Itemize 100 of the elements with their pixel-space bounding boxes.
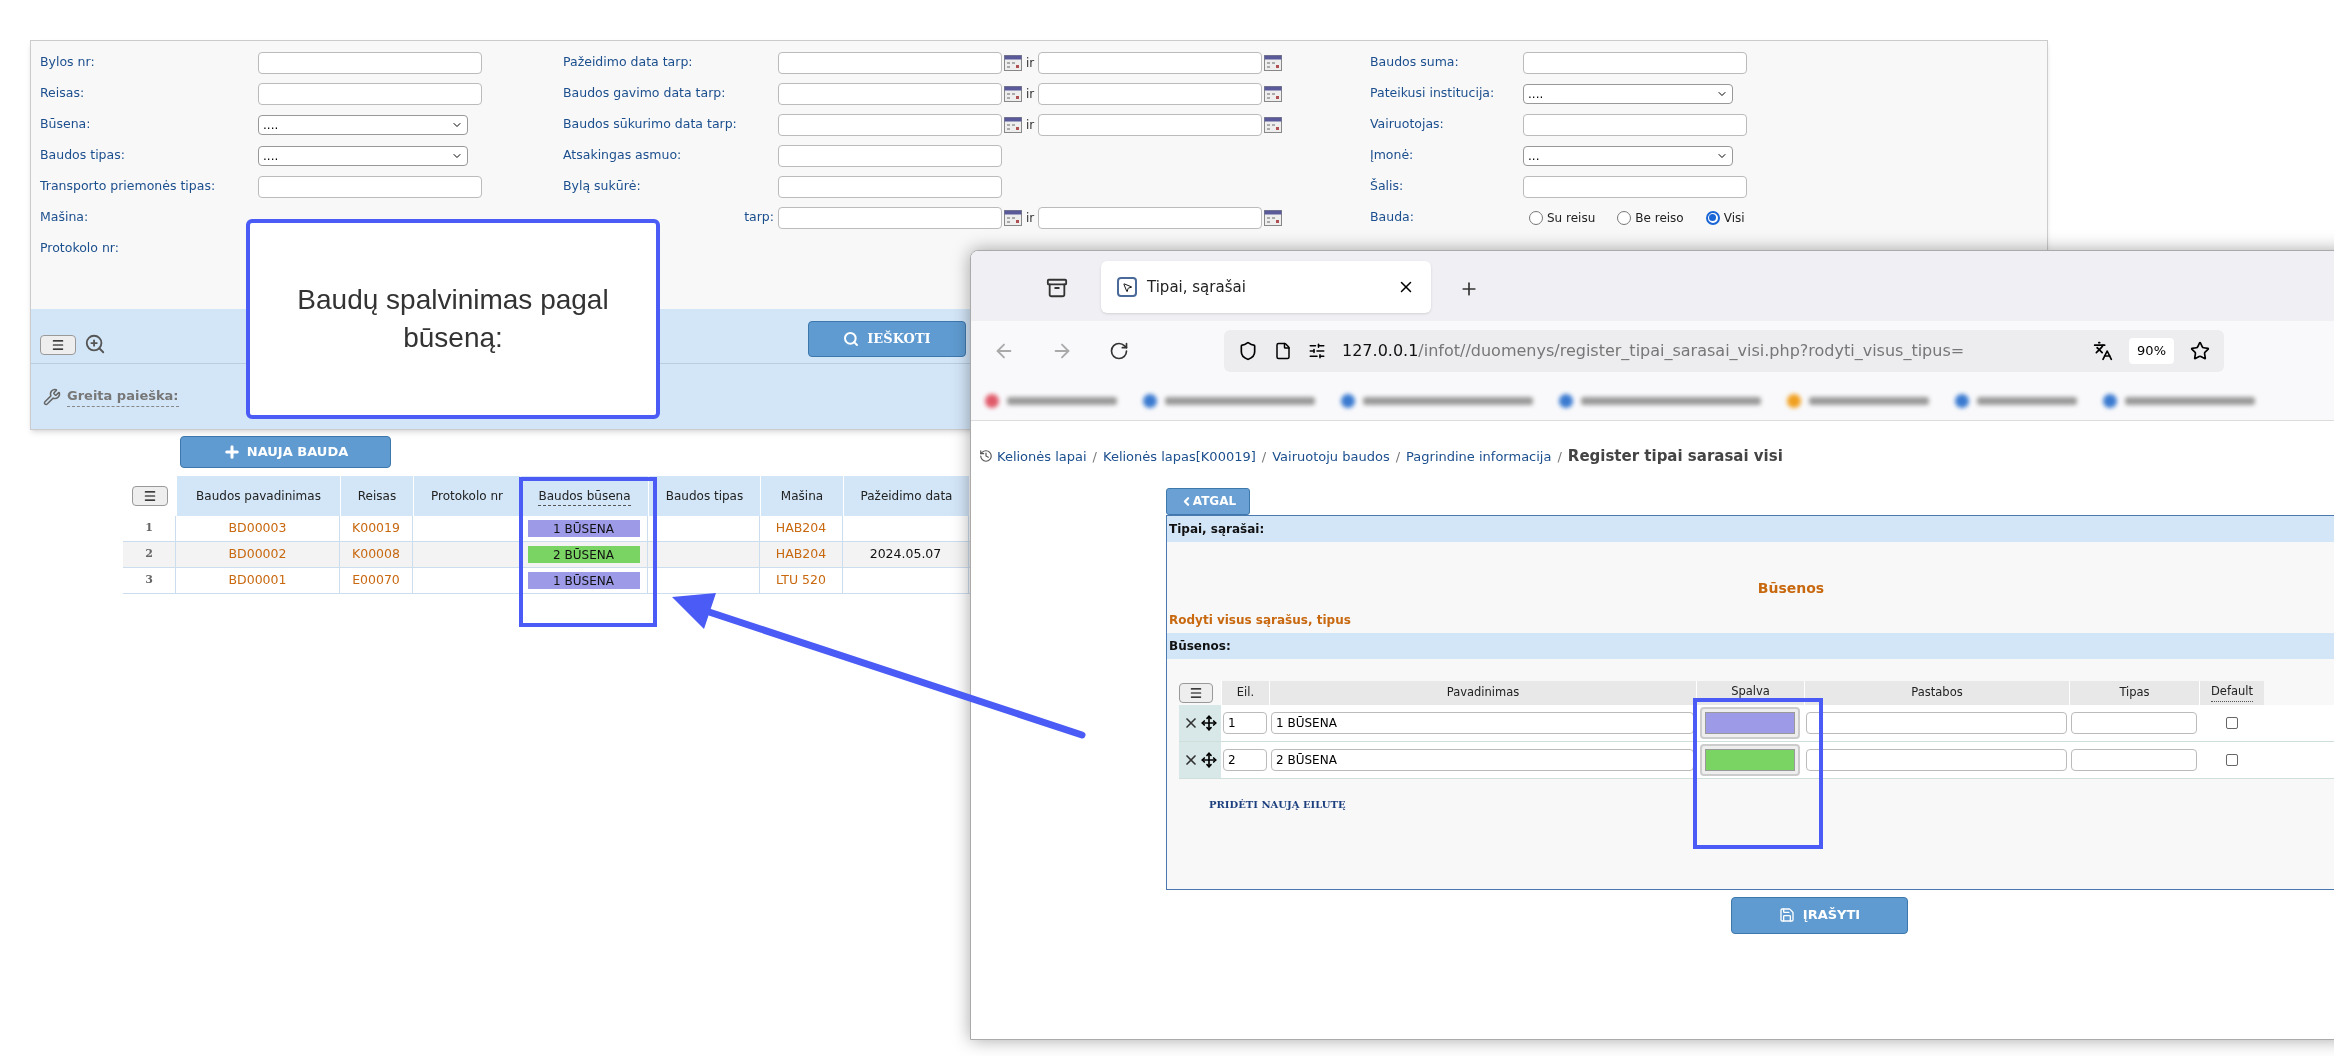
calendar-icon[interactable] [1264, 85, 1283, 102]
menu-icon [1189, 685, 1203, 700]
range-joiner: ir [1026, 209, 1035, 227]
dropdown[interactable]: .... [258, 145, 468, 166]
checkbox[interactable] [2225, 716, 2238, 729]
order-field[interactable]: 1 [1223, 711, 1267, 734]
translate-icon[interactable] [2093, 341, 2114, 361]
section-heading: Būsenos [1757, 578, 1825, 598]
column-header[interactable]: Baudos tipas [648, 476, 760, 516]
breadcrumb-link[interactable]: Kelionės lapas[K00019] [1103, 446, 1256, 466]
checkbox[interactable] [2225, 753, 2238, 766]
field-label: Įmonė: [1370, 146, 1414, 165]
dropdown[interactable]: ... [1523, 145, 1733, 166]
status-badge: 1 BŪSENA [527, 572, 640, 589]
field-label: Pateikusi institucija: [1370, 84, 1495, 103]
calendar-icon[interactable] [1264, 209, 1283, 226]
notes-field[interactable] [1806, 748, 2067, 771]
field-label: Baudos tipas: [40, 146, 125, 165]
bookmark-icon[interactable] [2190, 341, 2210, 361]
zoom-icon[interactable] [84, 333, 106, 355]
text-field[interactable] [258, 82, 482, 105]
range-joiner: ir [1026, 54, 1035, 72]
order-field[interactable]: 2 [1223, 748, 1267, 771]
text-field[interactable] [778, 82, 1002, 105]
dropdown[interactable]: .... [258, 114, 468, 135]
text-field[interactable] [778, 206, 1002, 229]
history-icon [979, 449, 993, 464]
notes-field[interactable] [1806, 711, 2067, 734]
text-field[interactable] [778, 175, 1002, 198]
breadcrumb-separator: / [1092, 447, 1097, 466]
blurred-bookmark[interactable] [1955, 392, 2077, 409]
calendar-icon[interactable] [1264, 54, 1283, 71]
text-field[interactable] [778, 51, 1002, 74]
text-field[interactable] [1038, 51, 1263, 74]
range-joiner: ir [1026, 85, 1035, 103]
address-bar[interactable]: 127.0.0.1/infot//duomenys/register_tipai_sarasai_visi.php?rodyti_visus_tipus= 90% [1224, 330, 2224, 372]
quick-search-link[interactable]: Greita paieška: [67, 386, 179, 407]
column-header[interactable]: Pažeidimo data [843, 476, 969, 516]
name-field[interactable]: 2 BŪSENA [1271, 748, 1694, 771]
column-header[interactable]: Mašina [760, 476, 843, 516]
table-link[interactable]: E00070 [352, 571, 400, 590]
zoom-badge[interactable]: 90% [2129, 338, 2174, 364]
browser-tab[interactable]: Tipai, sąrašai [1101, 261, 1431, 313]
document-icon [1274, 342, 1292, 360]
blurred-bookmark[interactable] [2103, 392, 2255, 409]
table-link[interactable]: BD00001 [228, 571, 287, 590]
show-all-link[interactable]: Rodyti visus sąrašus, tipus [1169, 612, 1351, 627]
column-header[interactable]: Reisas [340, 476, 413, 516]
text-field[interactable] [258, 175, 482, 198]
blurred-bookmark[interactable] [1143, 392, 1315, 409]
breadcrumb-link[interactable]: Kelionės lapai [997, 446, 1087, 466]
blurred-bookmark[interactable] [1341, 392, 1533, 409]
type-field[interactable] [2071, 748, 2197, 771]
table-link[interactable]: K00008 [352, 545, 400, 564]
calendar-icon[interactable] [1004, 116, 1022, 133]
menu-button[interactable] [131, 486, 168, 506]
table-link[interactable]: BD00002 [228, 545, 287, 564]
move-icon[interactable] [1201, 714, 1217, 731]
table-link[interactable]: LTU 520 [776, 571, 826, 590]
table-link[interactable]: K00019 [352, 519, 400, 538]
blurred-bookmark[interactable] [1559, 392, 1761, 409]
url-text: 127.0.0.1/infot//duomenys/register_tipai_sarasai_visi.php?rodyti_visus_tipus= [1342, 340, 1966, 362]
breadcrumb-link[interactable]: Pagrindine informacija [1406, 446, 1552, 466]
calendar-icon[interactable] [1004, 54, 1022, 71]
text-field[interactable] [1038, 113, 1263, 136]
radio-option[interactable]: Su reisu [1529, 208, 1596, 227]
field-label: Bylą sukūrė: [563, 177, 641, 196]
text-field[interactable] [1523, 113, 1747, 136]
panel-title: Tipai, sąrašai: [1169, 520, 1265, 538]
dropdown[interactable]: .... [1523, 83, 1733, 104]
radio-option[interactable]: Visi [1705, 208, 1745, 227]
calendar-icon[interactable] [1004, 85, 1022, 102]
tab-list-icon[interactable] [1046, 277, 1068, 299]
page-icon [1117, 277, 1137, 297]
reload-icon[interactable] [1109, 341, 1129, 361]
column-header[interactable]: Protokolo nr [413, 476, 520, 516]
calendar-icon[interactable] [1004, 209, 1022, 226]
blurred-bookmark[interactable] [985, 392, 1117, 409]
text-field[interactable] [1038, 206, 1263, 229]
text-field[interactable] [1523, 175, 1747, 198]
text-field[interactable] [778, 144, 1002, 167]
table-link[interactable]: BD00003 [228, 519, 287, 538]
text-field[interactable] [778, 113, 1002, 136]
calendar-icon[interactable] [1264, 116, 1283, 133]
text-field[interactable] [1038, 82, 1263, 105]
text-field[interactable] [1523, 51, 1747, 74]
menu-button[interactable] [40, 335, 76, 355]
column-header[interactable]: Baudos pavadinimas [176, 476, 340, 516]
text-field[interactable] [258, 51, 482, 74]
move-icon[interactable] [1201, 751, 1217, 768]
radio-option[interactable]: Be reiso [1617, 208, 1684, 227]
breadcrumb-link[interactable]: Vairuotoju baudos [1272, 446, 1390, 466]
add-row-link[interactable]: PRIDĖTI NAUJĄ EILUTĘ [1209, 798, 1346, 810]
tools-icon [43, 387, 61, 406]
field-label: Baudos suma: [1370, 53, 1459, 72]
name-field[interactable]: 1 BŪSENA [1271, 711, 1694, 734]
table-link[interactable]: HAB204 [775, 519, 827, 538]
menu-button[interactable] [1179, 682, 1213, 703]
type-field[interactable] [2071, 711, 2197, 734]
blurred-bookmark[interactable] [1787, 392, 1929, 409]
